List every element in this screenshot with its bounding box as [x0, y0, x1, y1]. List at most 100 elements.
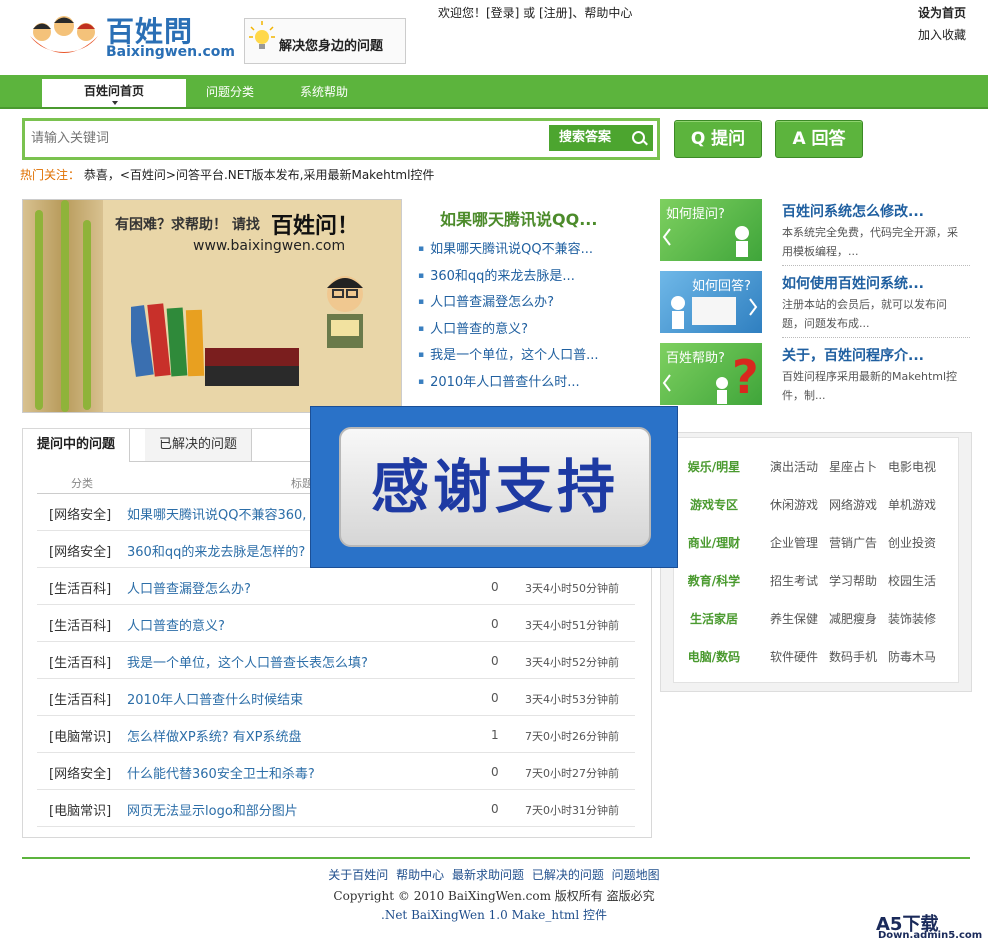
help-card-thumb[interactable]: 如何提问? — [660, 199, 762, 261]
nav-tab-help[interactable]: 系统帮助 — [300, 83, 348, 100]
row-title[interactable]: 人口普查的意义? — [127, 615, 225, 634]
list-item[interactable]: 人口普查的意义? — [418, 316, 628, 343]
watermark-domain: Down.admin5.com — [878, 930, 983, 941]
list-item[interactable]: 2010年人口普查什么时... — [418, 369, 628, 396]
divider — [782, 265, 970, 266]
help-card-thumb[interactable]: 百姓帮助? ? — [660, 343, 762, 405]
table-row[interactable]: [生活百科] 2010年人口普查什么时候结束 0 3天4小时53分钟前 — [37, 679, 635, 716]
category-link[interactable]: 单机游戏 — [888, 496, 936, 513]
category-link[interactable]: 学习帮助 — [829, 572, 877, 589]
row-category[interactable]: [网络安全] — [49, 541, 111, 560]
category-link[interactable]: 减肥瘦身 — [829, 610, 877, 627]
ask-button[interactable]: Q 提问 — [674, 120, 762, 158]
category-link[interactable]: 企业管理 — [770, 534, 818, 551]
promo-banner[interactable]: 有困难？求帮助！ 请找 百姓问！ www.baixingwen.com — [22, 199, 402, 413]
row-time: 7天0小时26分钟前 — [525, 730, 619, 743]
footer-link-about[interactable]: 关于百姓问 — [328, 868, 388, 882]
category-row: 娱乐/明星 演出活动 星座占卜 电影电视 — [674, 446, 958, 484]
category-link[interactable]: 软件硬件 — [770, 648, 818, 665]
category-link[interactable]: 电影电视 — [888, 458, 936, 475]
category-link[interactable]: 养生保健 — [770, 610, 818, 627]
category-link[interactable]: 校园生活 — [888, 572, 936, 589]
row-category[interactable]: [生活百科] — [49, 689, 111, 708]
row-answer-count: 0 — [491, 802, 499, 816]
table-row[interactable]: [生活百科] 人口普查漏登怎么办? 0 3天4小时50分钟前 — [37, 568, 635, 605]
help-card-title[interactable]: 如何使用百姓问系统... — [782, 273, 924, 293]
row-answer-count: 1 — [491, 728, 499, 742]
set-home-link[interactable]: 设为首页 — [918, 4, 966, 21]
hot-topics-label: 热门关注： — [20, 168, 81, 182]
table-row[interactable]: [生活百科] 人口普查的意义? 0 3天4小时51分钟前 — [37, 605, 635, 642]
nav-tab-home[interactable]: 百姓问首页 — [42, 79, 186, 107]
hot-topics-link[interactable]: 恭喜，<百姓问>问答平台.NET版本发布,采用最新Makehtml控件 — [84, 168, 435, 182]
row-title[interactable]: 如果哪天腾讯说QQ不兼容360, — [127, 504, 306, 523]
category-heading[interactable]: 电脑/数码 — [674, 648, 754, 665]
row-category[interactable]: [生活百科] — [49, 652, 111, 671]
category-link[interactable]: 休闲游戏 — [770, 496, 818, 513]
row-time: 7天0小时27分钟前 — [525, 767, 619, 780]
site-logo[interactable]: 百姓問 Baixingwen.com — [26, 8, 235, 62]
table-row[interactable]: [电脑常识] 怎么样做XP系统? 有XP系统盘 1 7天0小时26分钟前 — [37, 716, 635, 753]
category-link[interactable]: 营销广告 — [829, 534, 877, 551]
nav-tab-categories[interactable]: 问题分类 — [206, 83, 254, 100]
help-card-title[interactable]: 关于，百姓问程序介... — [782, 345, 924, 365]
category-heading[interactable]: 生活家居 — [674, 610, 754, 627]
tab-open-questions[interactable]: 提问中的问题 — [23, 429, 131, 462]
add-favorite-link[interactable]: 加入收藏 — [918, 26, 966, 43]
row-title[interactable]: 什么能代替360安全卫士和杀毒? — [127, 763, 315, 782]
active-tab-arrow-icon — [112, 101, 118, 105]
help-card-thumb[interactable]: 如何回答? — [660, 271, 762, 333]
help-card-title[interactable]: 百姓问系统怎么修改... — [782, 201, 924, 221]
category-heading[interactable]: 商业/理财 — [674, 534, 754, 551]
headline-title[interactable]: 如果哪天腾讯说QQ... — [440, 206, 597, 230]
help-card-ask: 如何提问? 百姓问系统怎么修改... 本系统完全免费，代码完全开源，采用模板编程… — [660, 199, 972, 263]
search-input[interactable] — [29, 125, 543, 151]
category-box: 娱乐/明星 演出活动 星座占卜 电影电视 游戏专区 休闲游戏 网络游戏 单机游戏… — [660, 432, 972, 692]
category-link[interactable]: 数码手机 — [829, 648, 877, 665]
category-heading[interactable]: 教育/科学 — [674, 572, 754, 589]
list-item[interactable]: 360和qq的来龙去脉是... — [418, 263, 628, 290]
list-item[interactable]: 我是一个单位，这个人口普... — [418, 342, 628, 369]
table-row[interactable]: [生活百科] 我是一个单位，这个人口普查长表怎么填? 0 3天4小时52分钟前 — [37, 642, 635, 679]
welcome-links[interactable]: 欢迎您！[登录] 或 [注册]、帮助中心 — [438, 4, 632, 21]
row-title[interactable]: 网页无法显示logo和部分图片 — [127, 800, 298, 819]
category-link[interactable]: 装饰装修 — [888, 610, 936, 627]
row-category[interactable]: [生活百科] — [49, 615, 111, 634]
category-heading[interactable]: 游戏专区 — [674, 496, 754, 513]
row-title[interactable]: 怎么样做XP系统? 有XP系统盘 — [127, 726, 302, 745]
list-item[interactable]: 人口普查漏登怎么办? — [418, 289, 628, 316]
row-category[interactable]: [网络安全] — [49, 504, 111, 523]
category-link[interactable]: 演出活动 — [770, 458, 818, 475]
footer-link-solved[interactable]: 已解决的问题 — [532, 868, 604, 882]
table-row[interactable]: [网络安全] 什么能代替360安全卫士和杀毒? 0 7天0小时27分钟前 — [37, 753, 635, 790]
category-link[interactable]: 防毒木马 — [888, 648, 936, 665]
footer-link-latest[interactable]: 最新求助问题 — [452, 868, 524, 882]
search-bar: 搜索答案 — [22, 118, 660, 160]
category-heading[interactable]: 娱乐/明星 — [674, 458, 754, 475]
row-title[interactable]: 我是一个单位，这个人口普查长表怎么填? — [127, 652, 368, 671]
list-item[interactable]: 如果哪天腾讯说QQ不兼容... — [418, 236, 628, 263]
logo-faces-icon — [30, 16, 98, 53]
table-row[interactable]: [电脑常识] 网页无法显示logo和部分图片 0 7天0小时31分钟前 — [37, 790, 635, 827]
row-title[interactable]: 360和qq的来龙去脉是怎样的? — [127, 541, 305, 560]
category-link[interactable]: 创业投资 — [888, 534, 936, 551]
footer-link-sitemap[interactable]: 问题地图 — [612, 868, 660, 882]
row-title[interactable]: 2010年人口普查什么时候结束 — [127, 689, 303, 708]
row-category[interactable]: [电脑常识] — [49, 800, 111, 819]
answer-button[interactable]: A 回答 — [775, 120, 863, 158]
tab-solved-questions[interactable]: 已解决的问题 — [145, 429, 253, 461]
category-link[interactable]: 网络游戏 — [829, 496, 877, 513]
row-category[interactable]: [电脑常识] — [49, 726, 111, 745]
slogan-text: 解决您身边的问题 — [279, 39, 384, 54]
row-category[interactable]: [生活百科] — [49, 578, 111, 597]
footer-link-help[interactable]: 帮助中心 — [396, 868, 444, 882]
row-category[interactable]: [网络安全] — [49, 763, 111, 782]
version-link[interactable]: .Net BaiXingWen 1.0 Make_html 控件 — [0, 906, 988, 923]
watermark-logo: A5下载 Down.admin5.com — [876, 910, 982, 941]
footer-links: 关于百姓问 帮助中心 最新求助问题 已解决的问题 问题地图 — [0, 866, 988, 883]
category-link[interactable]: 星座占卜 — [829, 458, 877, 475]
row-title[interactable]: 人口普查漏登怎么办? — [127, 578, 251, 597]
category-row: 生活家居 养生保健 减肥瘦身 装饰装修 — [674, 598, 958, 636]
category-link[interactable]: 招生考试 — [770, 572, 818, 589]
search-button[interactable]: 搜索答案 — [549, 125, 653, 151]
